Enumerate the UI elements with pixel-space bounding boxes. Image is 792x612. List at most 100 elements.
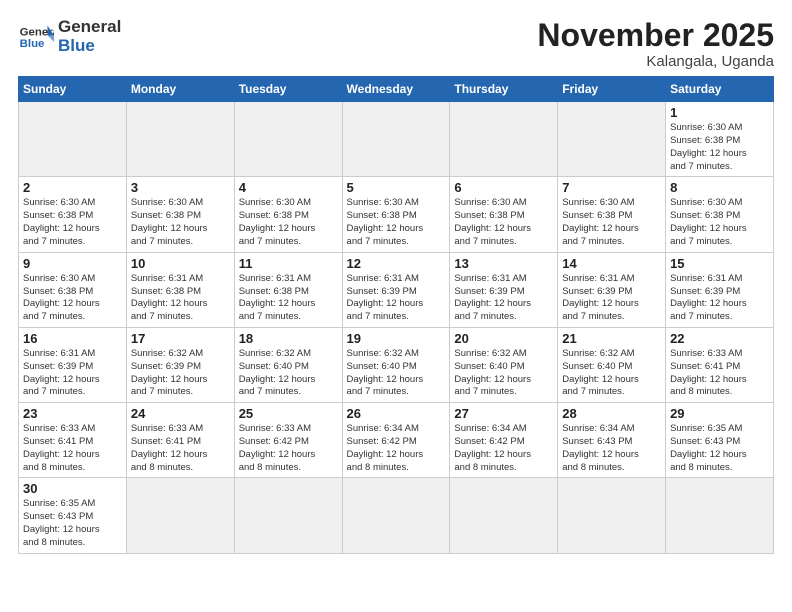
day-info: Sunrise: 6:31 AMSunset: 6:39 PMDaylight:…: [454, 273, 553, 324]
col-sunday: Sunday: [19, 77, 127, 102]
col-tuesday: Tuesday: [234, 77, 342, 102]
calendar-day: 22 Sunrise: 6:33 AMSunset: 6:41 PMDayligh…: [666, 327, 774, 402]
calendar-day: [666, 478, 774, 553]
day-number: 14: [562, 256, 661, 271]
calendar-day: 24 Sunrise: 6:33 AMSunset: 6:41 PMDayligh…: [126, 403, 234, 478]
calendar-day: 28 Sunrise: 6:34 AMSunset: 6:43 PMDayligh…: [558, 403, 666, 478]
header: General Blue General Blue November 2025 …: [18, 18, 774, 70]
day-info: Sunrise: 6:33 AMSunset: 6:41 PMDaylight:…: [23, 423, 122, 474]
title-block: November 2025 Kalangala, Uganda: [537, 18, 774, 70]
day-info: Sunrise: 6:32 AMSunset: 6:40 PMDaylight:…: [454, 348, 553, 399]
day-info: Sunrise: 6:30 AMSunset: 6:38 PMDaylight:…: [670, 122, 769, 173]
day-number: 20: [454, 331, 553, 346]
day-info: Sunrise: 6:35 AMSunset: 6:43 PMDaylight:…: [23, 498, 122, 549]
day-info: Sunrise: 6:34 AMSunset: 6:42 PMDaylight:…: [454, 423, 553, 474]
calendar-day: 30 Sunrise: 6:35 AMSunset: 6:43 PMDayligh…: [19, 478, 127, 553]
day-info: Sunrise: 6:30 AMSunset: 6:38 PMDaylight:…: [562, 197, 661, 248]
calendar-day: [342, 102, 450, 177]
day-info: Sunrise: 6:31 AMSunset: 6:38 PMDaylight:…: [131, 273, 230, 324]
day-info: Sunrise: 6:33 AMSunset: 6:41 PMDaylight:…: [670, 348, 769, 399]
day-number: 8: [670, 180, 769, 195]
day-info: Sunrise: 6:31 AMSunset: 6:39 PMDaylight:…: [670, 273, 769, 324]
day-number: 28: [562, 406, 661, 421]
svg-text:Blue: Blue: [20, 38, 45, 50]
calendar-day: 26Sunrise: 6:34 AMSunset: 6:42 PMDayligh…: [342, 403, 450, 478]
calendar-day: 27 Sunrise: 6:34 AMSunset: 6:42 PMDayligh…: [450, 403, 558, 478]
col-thursday: Thursday: [450, 77, 558, 102]
calendar-day: 29Sunrise: 6:35 AMSunset: 6:43 PMDayligh…: [666, 403, 774, 478]
day-info: Sunrise: 6:33 AMSunset: 6:41 PMDaylight:…: [131, 423, 230, 474]
day-number: 26: [347, 406, 446, 421]
calendar-day: 25Sunrise: 6:33 AMSunset: 6:42 PMDayligh…: [234, 403, 342, 478]
calendar-day: [558, 478, 666, 553]
day-number: 30: [23, 481, 122, 496]
logo-icon: General Blue: [18, 19, 54, 55]
calendar-day: 10Sunrise: 6:31 AMSunset: 6:38 PMDayligh…: [126, 252, 234, 327]
logo-text-block: General Blue: [58, 18, 121, 55]
calendar-day: 13Sunrise: 6:31 AMSunset: 6:39 PMDayligh…: [450, 252, 558, 327]
calendar-week-row: 23Sunrise: 6:33 AMSunset: 6:41 PMDayligh…: [19, 403, 774, 478]
calendar-day: 8 Sunrise: 6:30 AMSunset: 6:38 PMDaylight…: [666, 177, 774, 252]
location: Kalangala, Uganda: [537, 53, 774, 70]
calendar-day: 18 Sunrise: 6:32 AMSunset: 6:40 PMDayligh…: [234, 327, 342, 402]
day-number: 17: [131, 331, 230, 346]
calendar-day: 11Sunrise: 6:31 AMSunset: 6:38 PMDayligh…: [234, 252, 342, 327]
day-number: 22: [670, 331, 769, 346]
calendar-day: [450, 478, 558, 553]
col-wednesday: Wednesday: [342, 77, 450, 102]
logo: General Blue General Blue: [18, 18, 121, 55]
calendar-day: 14 Sunrise: 6:31 AMSunset: 6:39 PMDayligh…: [558, 252, 666, 327]
calendar-day: 4Sunrise: 6:30 AMSunset: 6:38 PMDaylight…: [234, 177, 342, 252]
calendar-day: 7 Sunrise: 6:30 AMSunset: 6:38 PMDaylight…: [558, 177, 666, 252]
day-number: 24: [131, 406, 230, 421]
calendar-day: 23Sunrise: 6:33 AMSunset: 6:41 PMDayligh…: [19, 403, 127, 478]
day-info: Sunrise: 6:32 AMSunset: 6:40 PMDaylight:…: [562, 348, 661, 399]
day-info: Sunrise: 6:30 AMSunset: 6:38 PMDaylight:…: [131, 197, 230, 248]
day-info: Sunrise: 6:31 AMSunset: 6:39 PMDaylight:…: [347, 273, 446, 324]
calendar-day: 21Sunrise: 6:32 AMSunset: 6:40 PMDayligh…: [558, 327, 666, 402]
logo-blue: Blue: [58, 37, 121, 56]
calendar-day: 12 Sunrise: 6:31 AMSunset: 6:39 PMDayligh…: [342, 252, 450, 327]
day-info: Sunrise: 6:32 AMSunset: 6:40 PMDaylight:…: [239, 348, 338, 399]
calendar-day: 9Sunrise: 6:30 AMSunset: 6:38 PMDaylight…: [19, 252, 127, 327]
day-number: 1: [670, 105, 769, 120]
day-number: 18: [239, 331, 338, 346]
calendar-day: 16Sunrise: 6:31 AMSunset: 6:39 PMDayligh…: [19, 327, 127, 402]
calendar-day: [19, 102, 127, 177]
day-number: 9: [23, 256, 122, 271]
day-info: Sunrise: 6:30 AMSunset: 6:38 PMDaylight:…: [239, 197, 338, 248]
calendar-day: [126, 478, 234, 553]
day-info: Sunrise: 6:30 AMSunset: 6:38 PMDaylight:…: [670, 197, 769, 248]
calendar-day: 19Sunrise: 6:32 AMSunset: 6:40 PMDayligh…: [342, 327, 450, 402]
day-info: Sunrise: 6:30 AMSunset: 6:38 PMDaylight:…: [347, 197, 446, 248]
calendar-day: [342, 478, 450, 553]
calendar-week-row: 2 Sunrise: 6:30 AMSunset: 6:38 PMDaylight…: [19, 177, 774, 252]
col-monday: Monday: [126, 77, 234, 102]
calendar-day: [450, 102, 558, 177]
day-info: Sunrise: 6:32 AMSunset: 6:40 PMDaylight:…: [347, 348, 446, 399]
calendar-week-row: 1 Sunrise: 6:30 AMSunset: 6:38 PMDaylight…: [19, 102, 774, 177]
day-number: 3: [131, 180, 230, 195]
day-number: 2: [23, 180, 122, 195]
calendar-day: 5 Sunrise: 6:30 AMSunset: 6:38 PMDaylight…: [342, 177, 450, 252]
day-info: Sunrise: 6:34 AMSunset: 6:43 PMDaylight:…: [562, 423, 661, 474]
day-info: Sunrise: 6:31 AMSunset: 6:39 PMDaylight:…: [23, 348, 122, 399]
calendar-day: 17 Sunrise: 6:32 AMSunset: 6:39 PMDayligh…: [126, 327, 234, 402]
day-info: Sunrise: 6:32 AMSunset: 6:39 PMDaylight:…: [131, 348, 230, 399]
calendar-day: 15Sunrise: 6:31 AMSunset: 6:39 PMDayligh…: [666, 252, 774, 327]
day-info: Sunrise: 6:35 AMSunset: 6:43 PMDaylight:…: [670, 423, 769, 474]
day-number: 5: [347, 180, 446, 195]
day-info: Sunrise: 6:31 AMSunset: 6:39 PMDaylight:…: [562, 273, 661, 324]
day-number: 6: [454, 180, 553, 195]
logo-general: General: [58, 18, 121, 37]
calendar-day: 20 Sunrise: 6:32 AMSunset: 6:40 PMDayligh…: [450, 327, 558, 402]
day-number: 7: [562, 180, 661, 195]
calendar-day: 6Sunrise: 6:30 AMSunset: 6:38 PMDaylight…: [450, 177, 558, 252]
calendar-day: [234, 102, 342, 177]
page: General Blue General Blue November 2025 …: [0, 0, 792, 612]
day-number: 12: [347, 256, 446, 271]
month-year: November 2025: [537, 18, 774, 53]
calendar-week-row: 9Sunrise: 6:30 AMSunset: 6:38 PMDaylight…: [19, 252, 774, 327]
day-number: 27: [454, 406, 553, 421]
calendar-day: 2Sunrise: 6:30 AMSunset: 6:38 PMDaylight…: [19, 177, 127, 252]
